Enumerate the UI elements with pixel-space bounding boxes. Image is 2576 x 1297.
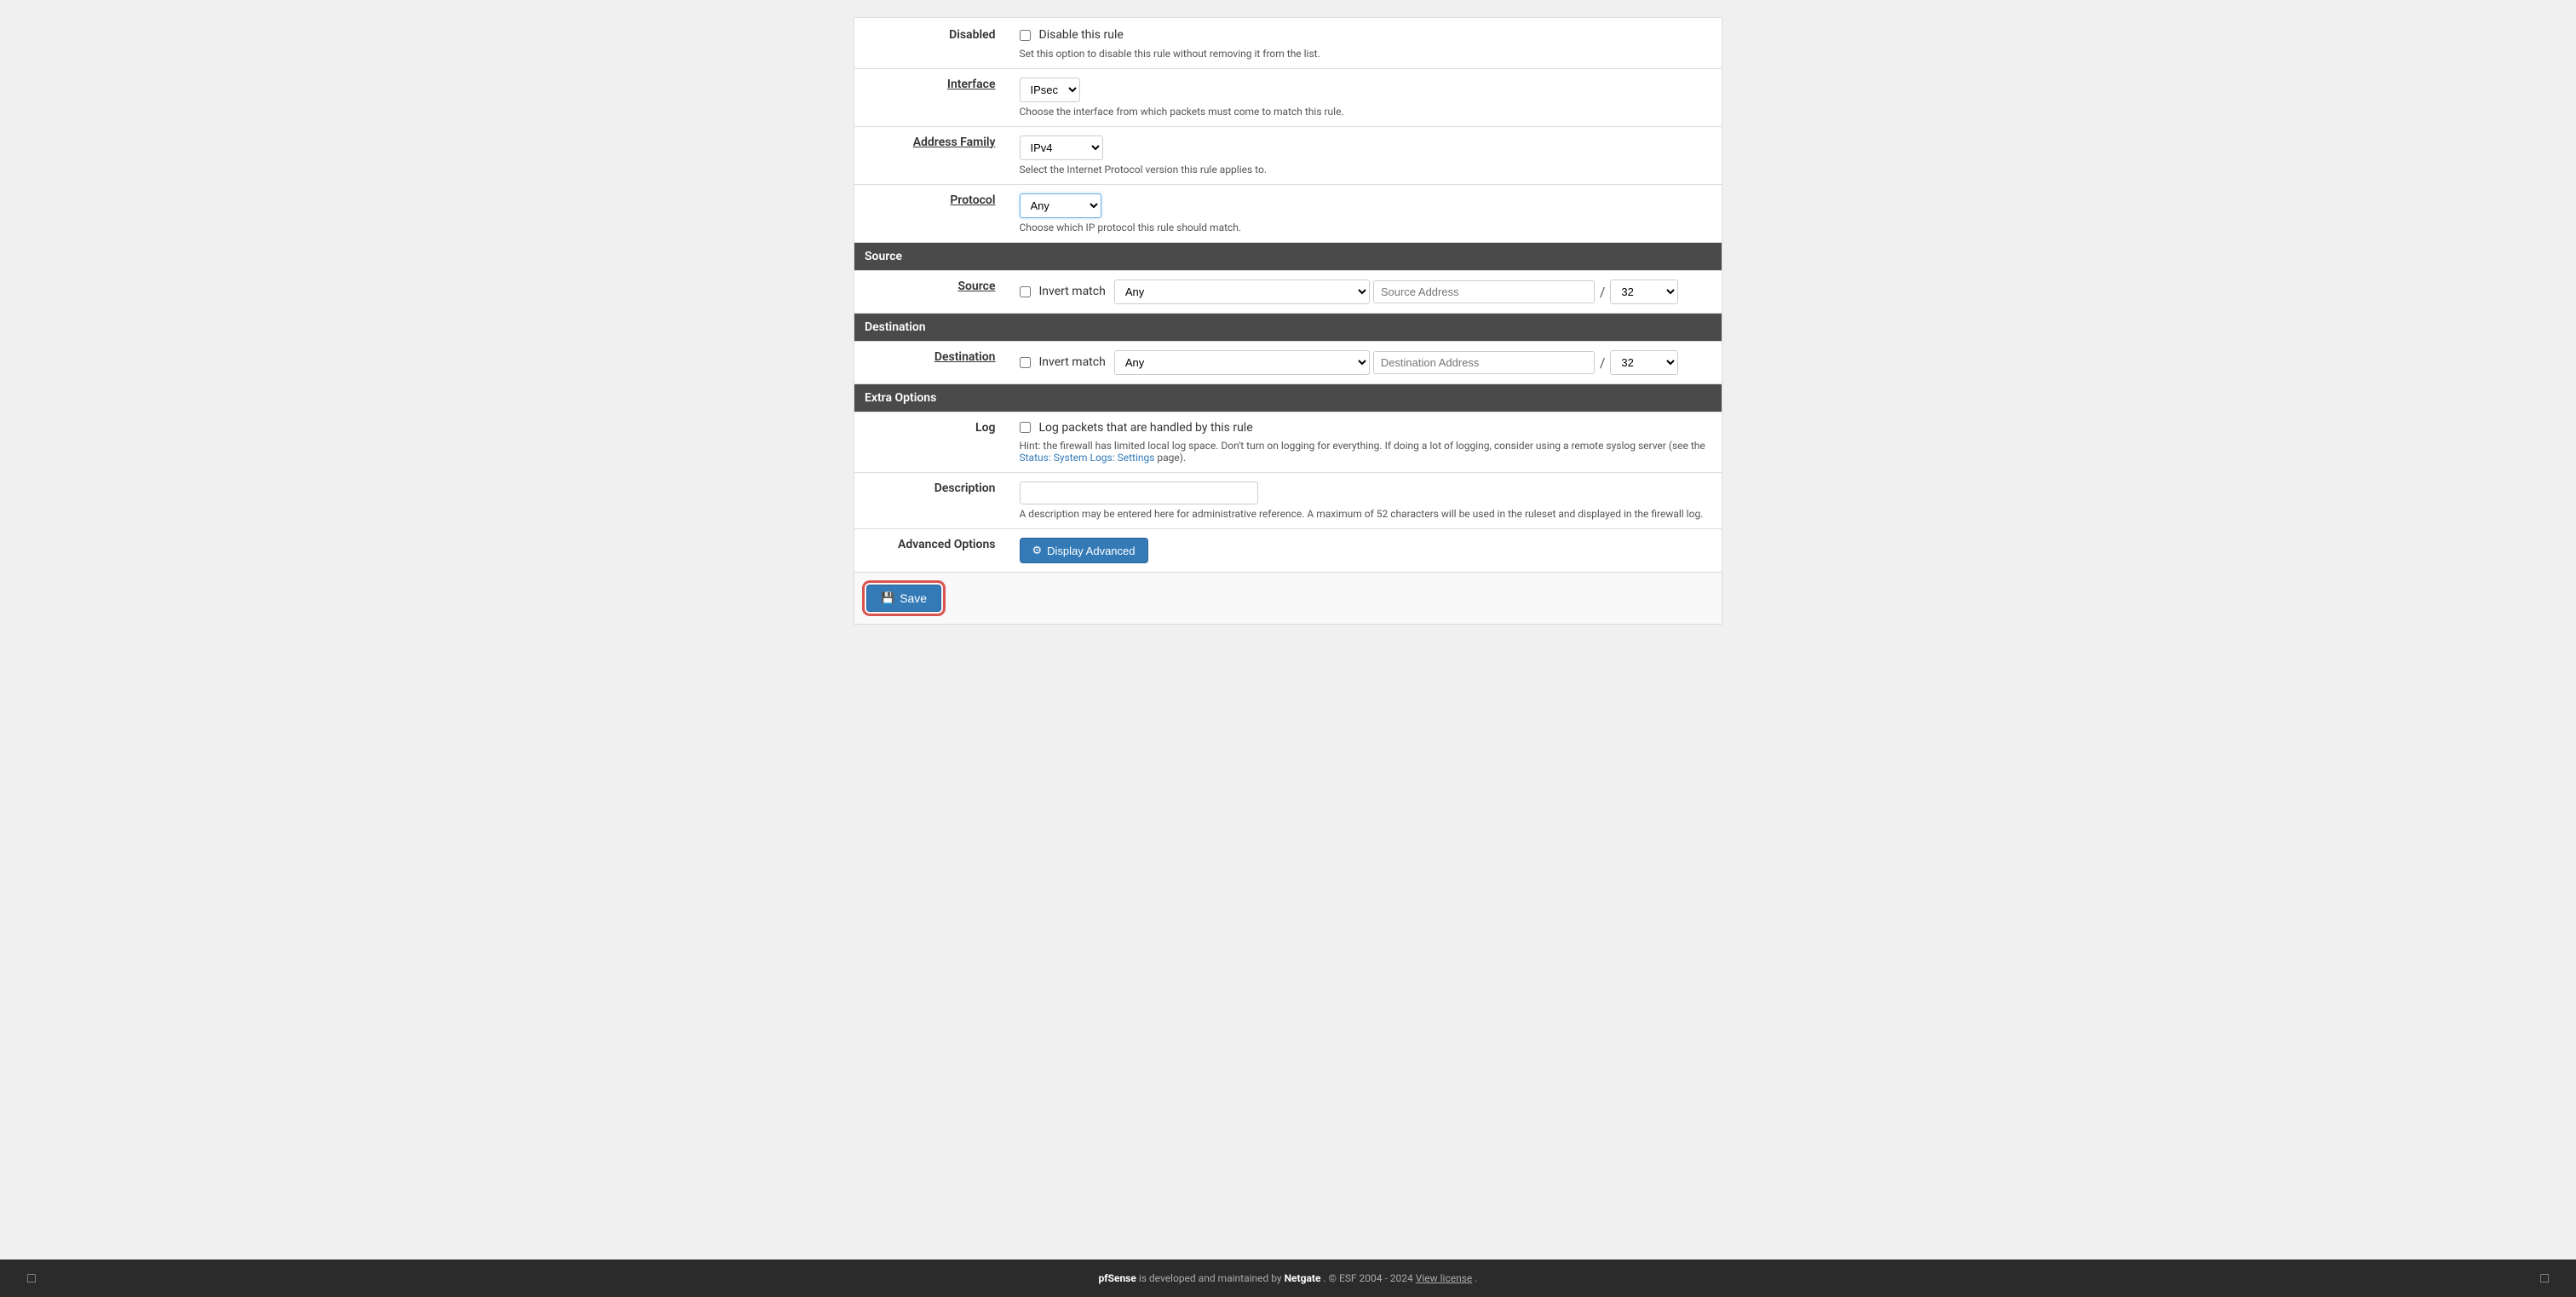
footer-icons-row: □ pfSense is developed and maintained by…: [10, 1270, 2566, 1287]
extra-options-section-header: Extra Options: [854, 383, 1722, 412]
disabled-checkbox[interactable]: [1020, 30, 1031, 41]
save-button[interactable]: 💾 Save: [866, 585, 941, 612]
protocol-input-cell: Any TCP UDP TCP/UDP ICMP Choose which IP…: [1008, 184, 1722, 242]
save-button-label: Save: [900, 591, 927, 605]
footer-left-icon[interactable]: □: [27, 1270, 36, 1287]
disabled-checkbox-label[interactable]: Disable this rule: [1020, 28, 1124, 42]
disabled-label: Disabled: [854, 18, 1008, 69]
log-checkbox-text: Log packets that are handled by this rul…: [1039, 421, 1253, 435]
interface-help: Choose the interface from which packets …: [1020, 106, 1711, 118]
destination-slash: /: [1598, 355, 1607, 371]
save-row: 💾 Save: [854, 573, 1722, 625]
destination-invert-label[interactable]: Invert match: [1020, 355, 1106, 369]
log-hint-link[interactable]: Status: System Logs: Settings: [1020, 452, 1155, 464]
description-input-cell: A description may be entered here for ad…: [1008, 473, 1722, 529]
footer-center: pfSense is developed and maintained by N…: [36, 1272, 2541, 1284]
gear-icon: ⚙: [1032, 544, 1043, 557]
disabled-checkbox-text: Disable this rule: [1039, 28, 1124, 42]
footer-brand-pfsense: pfSense: [1099, 1272, 1136, 1284]
destination-address-input[interactable]: [1373, 351, 1595, 374]
address-family-label-text[interactable]: Address Family: [913, 135, 996, 149]
log-row: Log Log packets that are handled by this…: [854, 412, 1722, 473]
destination-inline-row: Invert match Any Single host or alias LA…: [1020, 350, 1711, 375]
footer-right-icon[interactable]: □: [2540, 1270, 2549, 1287]
interface-label: Interface: [854, 68, 1008, 126]
description-input[interactable]: [1020, 481, 1258, 504]
log-help: Hint: the firewall has limited local log…: [1020, 440, 1711, 464]
protocol-row: Protocol Any TCP UDP TCP/UDP ICMP Choose…: [854, 184, 1722, 242]
description-help: A description may be entered here for ad…: [1020, 508, 1711, 520]
source-input-cell: Invert match Any Single host or alias LA…: [1008, 270, 1722, 313]
footer-license-link[interactable]: View license: [1416, 1272, 1473, 1284]
log-input-cell: Log packets that are handled by this rul…: [1008, 412, 1722, 473]
log-hint-prefix: Hint: the firewall has limited local log…: [1020, 440, 1705, 452]
protocol-label: Protocol: [854, 184, 1008, 242]
destination-cidr-select[interactable]: 32 24 16: [1610, 350, 1678, 375]
save-icon: 💾: [881, 591, 894, 605]
destination-input-cell: Invert match Any Single host or alias LA…: [1008, 341, 1722, 383]
footer-brand-netgate: Netgate: [1285, 1272, 1321, 1284]
log-label: Log: [854, 412, 1008, 473]
disabled-help: Set this option to disable this rule wit…: [1020, 48, 1711, 60]
source-section-header: Source: [854, 242, 1722, 270]
interface-select[interactable]: IPsec WAN LAN: [1020, 78, 1080, 102]
advanced-options-row: Advanced Options ⚙ Display Advanced: [854, 529, 1722, 573]
destination-label-text[interactable]: Destination: [934, 350, 996, 364]
disabled-row: Disabled Disable this rule Set this opti…: [854, 18, 1722, 69]
description-label: Description: [854, 473, 1008, 529]
source-cidr-select[interactable]: 32 24 16: [1610, 280, 1678, 304]
display-advanced-button[interactable]: ⚙ Display Advanced: [1020, 538, 1148, 563]
footer-text-middle: is developed and maintained by: [1139, 1272, 1285, 1284]
address-family-label: Address Family: [854, 126, 1008, 184]
protocol-select[interactable]: Any TCP UDP TCP/UDP ICMP: [1020, 193, 1101, 218]
destination-section-title: Destination: [854, 313, 1722, 341]
destination-section-header: Destination: [854, 313, 1722, 341]
interface-input-cell: IPsec WAN LAN Choose the interface from …: [1008, 68, 1722, 126]
log-hint-suffix: page).: [1154, 452, 1186, 464]
destination-invert-checkbox[interactable]: [1020, 357, 1031, 368]
extra-options-section-title: Extra Options: [854, 383, 1722, 412]
address-family-row: Address Family IPv4 IPv6 IPv4+IPv6 Selec…: [854, 126, 1722, 184]
protocol-label-text[interactable]: Protocol: [950, 193, 995, 207]
source-section-title: Source: [854, 242, 1722, 270]
destination-row: Destination Invert match Any Single host…: [854, 341, 1722, 383]
protocol-help: Choose which IP protocol this rule shoul…: [1020, 222, 1711, 233]
source-type-select[interactable]: Any Single host or alias LAN subnet WAN …: [1114, 280, 1370, 304]
address-family-input-cell: IPv4 IPv6 IPv4+IPv6 Select the Internet …: [1008, 126, 1722, 184]
footer: □ pfSense is developed and maintained by…: [0, 1260, 2576, 1297]
advanced-options-label: Advanced Options: [854, 529, 1008, 573]
interface-label-text[interactable]: Interface: [947, 78, 996, 91]
description-row: Description A description may be entered…: [854, 473, 1722, 529]
destination-invert-text: Invert match: [1039, 355, 1106, 369]
log-checkbox-label[interactable]: Log packets that are handled by this rul…: [1020, 421, 1253, 435]
address-family-help: Select the Internet Protocol version thi…: [1020, 164, 1711, 176]
interface-row: Interface IPsec WAN LAN Choose the inter…: [854, 68, 1722, 126]
disabled-input-cell: Disable this rule Set this option to dis…: [1008, 18, 1722, 69]
save-cell: 💾 Save: [854, 573, 1722, 625]
source-invert-text: Invert match: [1039, 285, 1106, 298]
source-row: Source Invert match Any Single host or a…: [854, 270, 1722, 313]
footer-copyright: . © ESF 2004 - 2024: [1323, 1272, 1415, 1284]
destination-label: Destination: [854, 341, 1008, 383]
source-slash: /: [1598, 284, 1607, 300]
destination-type-select[interactable]: Any Single host or alias LAN subnet WAN …: [1114, 350, 1370, 375]
source-addr-group: Any Single host or alias LAN subnet WAN …: [1114, 280, 1679, 304]
source-invert-checkbox[interactable]: [1020, 286, 1031, 297]
source-label: Source: [854, 270, 1008, 313]
advanced-options-input-cell: ⚙ Display Advanced: [1008, 529, 1722, 573]
footer-link-suffix: .: [1475, 1272, 1477, 1284]
address-family-select[interactable]: IPv4 IPv6 IPv4+IPv6: [1020, 135, 1103, 160]
source-inline-row: Invert match Any Single host or alias LA…: [1020, 280, 1711, 304]
source-label-text[interactable]: Source: [957, 280, 995, 293]
display-advanced-label: Display Advanced: [1047, 545, 1135, 557]
source-invert-label[interactable]: Invert match: [1020, 285, 1106, 298]
destination-addr-group: Any Single host or alias LAN subnet WAN …: [1114, 350, 1679, 375]
source-address-input[interactable]: [1373, 280, 1595, 303]
log-checkbox[interactable]: [1020, 422, 1031, 433]
